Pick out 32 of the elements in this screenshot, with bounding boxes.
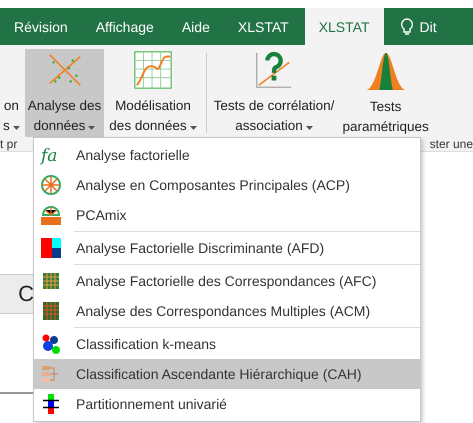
menu-item[interactable]: Analyse Factorielle des Correspondances (AFC) [34,266,420,296]
ribbon-tab[interactable]: Révision [0,8,82,45]
ribbon-tab[interactable]: Affichage [82,8,168,45]
menu-item[interactable]: fa Analyse factorielle [34,140,420,170]
column-letter: C [18,281,34,307]
ribbon-button[interactable]: Analyse des données [24,49,104,137]
lightbulb-icon [400,18,414,36]
ribbon-button[interactable]: Tests de corrélation/ association [210,49,338,137]
ribbon-tab[interactable]: XLSTAT [304,8,384,45]
ribbon-button[interactable]: on s [0,49,23,137]
color-stack-icon [40,393,62,415]
color-squares-icon [40,237,62,259]
tell-me-tab[interactable]: Dit [386,8,451,45]
ribbon-button[interactable]: Tests paramétriques [339,49,432,137]
grid-icon [40,300,62,322]
menu-item[interactable]: PCAmix [34,200,420,230]
ribbon-tab[interactable]: XLSTAT [224,8,303,45]
ribbon-button[interactable]: Modélisation des données [106,49,200,137]
menu-item[interactable]: Classification k-means [34,329,420,359]
menu-item[interactable]: Classification Ascendante Hiérarchique (CAH) [34,359,420,389]
colored-dots-icon [40,333,62,355]
fa-letters-icon: fa [40,144,62,166]
menu-item[interactable]: Analyse des Correspondances Multiples (ACM) [34,296,420,326]
group-label: t pr [0,137,18,151]
menu-item[interactable]: Analyse en Composantes Principales (ACP) [34,170,420,200]
ribbon-tab[interactable]: Aide [168,8,224,45]
wheel-icon [40,174,62,196]
mix-icon [40,204,62,226]
menu-item[interactable]: Analyse Factorielle Discriminante (AFD) [34,233,420,263]
menu-item[interactable]: Partitionnement univarié [34,389,420,419]
grid-icon [40,270,62,292]
group-label: ster une [430,137,473,151]
